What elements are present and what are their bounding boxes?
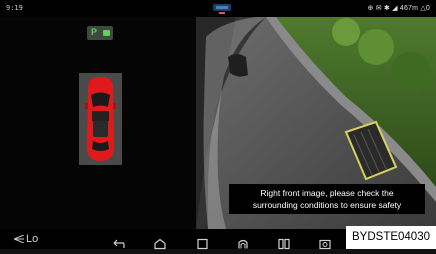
car-top-view [79, 73, 122, 165]
camera-icon[interactable] [319, 234, 331, 254]
app-screen: 9:19 ⊕ ✉ ✱ ◢ 467m △0 P Right front image… [0, 0, 436, 250]
car-icon [79, 73, 122, 165]
volume-label: Lo [26, 233, 39, 245]
brand-logo-icon [213, 4, 231, 14]
status-time: 9:19 [6, 4, 23, 12]
volume-button[interactable]: Lo [14, 229, 48, 249]
watermark-text: BYDSTE04030 [346, 226, 436, 249]
back-arrow-icon[interactable] [113, 234, 125, 254]
home-icon[interactable] [154, 234, 166, 254]
caption-line-2: surrounding conditions to ensure safety [252, 200, 402, 210]
status-bar: 9:19 ⊕ ✉ ✱ ◢ 467m △0 [0, 0, 436, 17]
split-view-icon[interactable] [278, 234, 290, 254]
square-icon[interactable] [197, 234, 208, 254]
status-indicators: ⊕ ✉ ✱ ◢ 467m △0 [367, 5, 430, 12]
gear-badge: P [87, 26, 113, 40]
camera-caption: Right front image, please check the surr… [229, 184, 425, 214]
caption-line-1: Right front image, please check the [260, 188, 394, 198]
radar-icon[interactable] [237, 234, 249, 254]
volume-icon [14, 235, 24, 243]
bird-view-panel[interactable]: P [0, 17, 196, 229]
car-dot-icon [103, 30, 110, 36]
gear-label: P [91, 27, 98, 37]
